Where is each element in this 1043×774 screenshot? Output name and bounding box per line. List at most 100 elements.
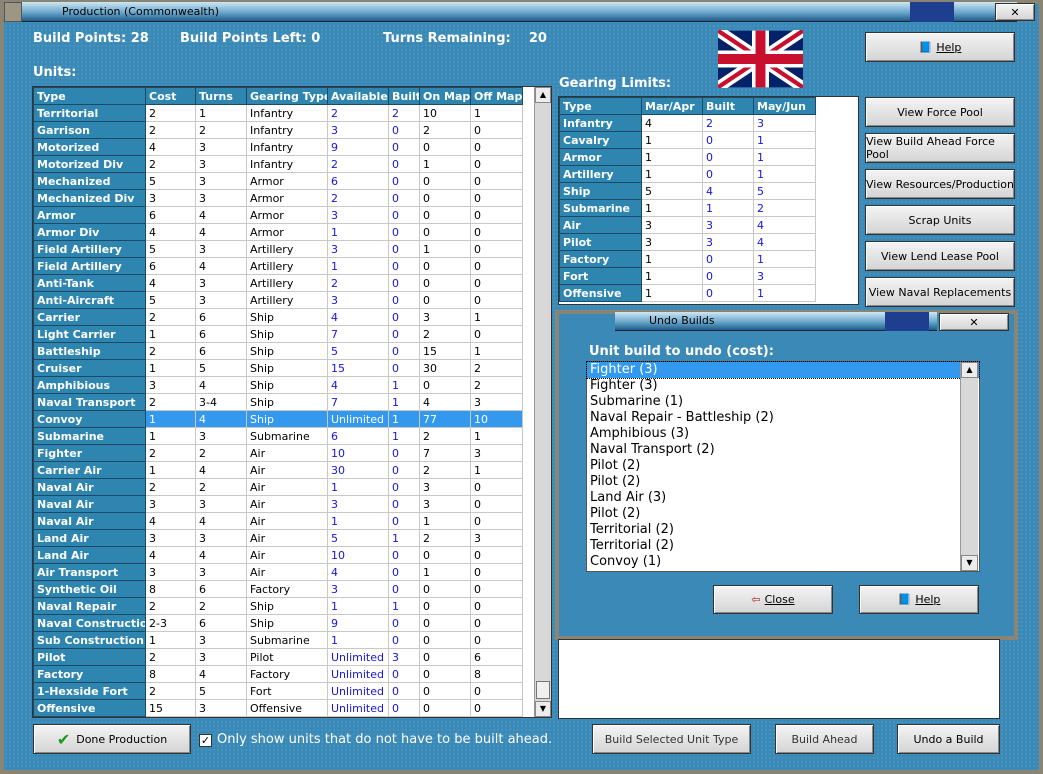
unit-row[interactable]: Land Air 3 3 Air 5 1 2 3: [33, 529, 523, 547]
gearing-row[interactable]: Submarine 1 1 2: [559, 199, 816, 217]
undo-list-item[interactable]: Pilot (2): [587, 506, 979, 522]
unit-row[interactable]: Pilot 2 3 Pilot Unlimited 3 0 6: [33, 648, 523, 666]
unit-row[interactable]: Naval Repair 2 2 Ship 1 1 0 0: [33, 597, 523, 615]
gearing-row[interactable]: Pilot 3 3 4: [559, 233, 816, 251]
unit-row[interactable]: Motorized 4 3 Infantry 9 0 0 0: [33, 138, 523, 156]
unit-row[interactable]: Carrier Air 1 4 Air 30 0 2 1: [33, 461, 523, 479]
undo-list-item[interactable]: Submarine (1): [587, 394, 979, 410]
undo-close-x-button[interactable]: ✕: [939, 313, 1009, 331]
unit-row[interactable]: Field Artillery 6 4 Artillery 1 0 0 0: [33, 257, 523, 275]
view-build-ahead-pool-button[interactable]: View Build Ahead Force Pool: [865, 133, 1015, 163]
gearing-row[interactable]: Air 3 3 4: [559, 216, 816, 234]
scroll-down-icon[interactable]: ▼: [535, 701, 551, 717]
undo-list-item[interactable]: Territorial (2): [587, 538, 979, 554]
view-naval-replacements-button[interactable]: View Naval Replacements: [865, 277, 1015, 307]
scroll-down-icon[interactable]: ▼: [961, 555, 978, 571]
unit-row[interactable]: Anti-Aircraft 5 3 Artillery 3 0 0 0: [33, 291, 523, 309]
cell: 0: [470, 512, 523, 530]
scroll-thumb[interactable]: [536, 681, 550, 699]
unit-row[interactable]: Naval Air 4 4 Air 1 0 1 0: [33, 512, 523, 530]
unit-row[interactable]: Factory 8 4 Factory Unlimited 0 0 8: [33, 665, 523, 683]
undo-list-item[interactable]: Convoy (1): [587, 554, 979, 570]
unit-row[interactable]: Light Carrier 1 6 Ship 7 0 2 0: [33, 325, 523, 343]
unit-row[interactable]: Mechanized Div 3 3 Armor 2 0 0 0: [33, 189, 523, 207]
gearing-row[interactable]: Artillery 1 0 1: [559, 165, 816, 183]
unit-row[interactable]: Naval Construction 2-3 6 Ship 9 0 0 0: [33, 614, 523, 632]
undo-a-build-button[interactable]: Undo a Build: [897, 724, 1000, 754]
unit-row[interactable]: Anti-Tank 4 3 Artillery 2 0 0 0: [33, 274, 523, 292]
unit-row[interactable]: Battleship 2 6 Ship 5 0 15 1: [33, 342, 523, 360]
window-close-button[interactable]: ✕: [995, 3, 1035, 21]
unit-row[interactable]: Naval Air 3 3 Air 3 0 3 0: [33, 495, 523, 513]
cell: Fighter: [33, 444, 146, 462]
undo-list-item[interactable]: Land Air (3): [587, 490, 979, 506]
unit-row[interactable]: Sub Construction 1 3 Submarine 1 0 0 0: [33, 631, 523, 649]
view-lend-lease-button[interactable]: View Lend Lease Pool: [865, 241, 1015, 271]
window-menu-button[interactable]: [4, 2, 22, 22]
gearing-row[interactable]: Infantry 4 2 3: [559, 114, 816, 132]
undo-list-item[interactable]: Territorial (2): [587, 522, 979, 538]
scrap-units-button[interactable]: Scrap Units: [865, 205, 1015, 235]
unit-row[interactable]: Land Air 4 4 Air 10 0 0 0: [33, 546, 523, 564]
undo-list-item[interactable]: Naval Repair - Battleship (2): [587, 410, 979, 426]
build-selected-button[interactable]: Build Selected Unit Type: [592, 724, 751, 754]
undo-list-item[interactable]: Amphibious (3): [587, 426, 979, 442]
unit-row[interactable]: Motorized Div 2 3 Infantry 2 0 1 0: [33, 155, 523, 173]
cell: 0: [388, 461, 420, 479]
cell: 1: [641, 131, 703, 149]
gearing-row[interactable]: Ship 5 4 5: [559, 182, 816, 200]
unit-row[interactable]: Air Transport 3 3 Air 4 0 1 0: [33, 563, 523, 581]
only-show-checkbox[interactable]: ✓: [199, 734, 212, 747]
unit-row[interactable]: Cruiser 1 5 Ship 15 0 30 2: [33, 359, 523, 377]
undo-list-item[interactable]: Fighter (3): [587, 378, 979, 394]
view-resources-button[interactable]: View Resources/Production: [865, 169, 1015, 199]
unit-row[interactable]: Mechanized 5 3 Armor 6 0 0 0: [33, 172, 523, 190]
unit-row[interactable]: Field Artillery 5 3 Artillery 3 0 1 0: [33, 240, 523, 258]
unit-row[interactable]: Convoy 1 4 Ship Unlimited 1 77 10: [33, 410, 523, 428]
undo-help-button[interactable]: 📘 Help: [859, 585, 979, 614]
unit-row[interactable]: Synthetic Oil 8 6 Factory 3 0 0 0: [33, 580, 523, 598]
unit-row[interactable]: Submarine 1 3 Submarine 6 1 2 1: [33, 427, 523, 445]
cell: 1: [470, 104, 523, 122]
cell: 0: [388, 342, 420, 360]
undo-list-item[interactable]: Pilot (2): [587, 458, 979, 474]
unit-row[interactable]: Amphibious 3 4 Ship 4 1 0 2: [33, 376, 523, 394]
unit-row[interactable]: Garrison 2 2 Infantry 3 0 2 0: [33, 121, 523, 139]
view-force-pool-button[interactable]: View Force Pool: [865, 97, 1015, 127]
close-button[interactable]: ⇦ Close: [713, 585, 833, 614]
scroll-up-icon[interactable]: ▲: [961, 362, 978, 378]
undo-list-item[interactable]: Fighter (3): [586, 361, 980, 379]
undo-listbox[interactable]: Fighter (3) Fighter (3) Submarine (1) Naval…: [586, 361, 980, 572]
gearing-row[interactable]: Factory 1 0 1: [559, 250, 816, 268]
gearing-row[interactable]: Offensive 1 0 1: [559, 284, 816, 302]
undo-list-item[interactable]: Naval Transport (2): [587, 442, 979, 458]
unit-row[interactable]: Territorial 2 1 Infantry 2 2 10 1: [33, 104, 523, 122]
gearing-row[interactable]: Fort 1 0 3: [559, 267, 816, 285]
build-points-left: Build Points Left: 0: [180, 31, 321, 46]
unit-row[interactable]: 1-Hexside Fort 2 5 Fort Unlimited 0 0 0: [33, 682, 523, 700]
unit-row[interactable]: Naval Air 2 2 Air 1 0 3 0: [33, 478, 523, 496]
cell: Artillery: [246, 274, 328, 292]
gearing-row[interactable]: Armor 1 0 1: [559, 148, 816, 166]
undo-list-item[interactable]: Pilot (2): [587, 474, 979, 490]
scroll-up-icon[interactable]: ▲: [535, 87, 551, 103]
cell: 0: [419, 580, 471, 598]
build-ahead-button[interactable]: Build Ahead: [775, 724, 874, 754]
cell: 5: [641, 182, 703, 200]
cell: Air: [246, 512, 328, 530]
unit-row[interactable]: Carrier 2 6 Ship 4 0 3 1: [33, 308, 523, 326]
unit-row[interactable]: Naval Transport 2 3-4 Ship 7 1 4 3: [33, 393, 523, 411]
done-production-button[interactable]: ✔ Done Production: [33, 724, 191, 754]
gearing-row[interactable]: Cavalry 1 0 1: [559, 131, 816, 149]
undo-scrollbar[interactable]: ▲ ▼: [960, 362, 978, 571]
unit-row[interactable]: Offensive 15 3 Offensive Unlimited 0 0 0: [33, 699, 523, 717]
cell: 3: [753, 267, 816, 285]
cell: 1: [145, 461, 196, 479]
units-scrollbar[interactable]: ▲ ▼: [534, 87, 551, 717]
cell: 0: [419, 223, 471, 241]
help-button[interactable]: 📘 Help: [865, 32, 1015, 62]
unit-row[interactable]: Armor 6 4 Armor 3 0 0 0: [33, 206, 523, 224]
cell: 1: [327, 597, 389, 615]
unit-row[interactable]: Armor Div 4 4 Armor 1 0 0 0: [33, 223, 523, 241]
unit-row[interactable]: Fighter 2 2 Air 10 0 7 3: [33, 444, 523, 462]
